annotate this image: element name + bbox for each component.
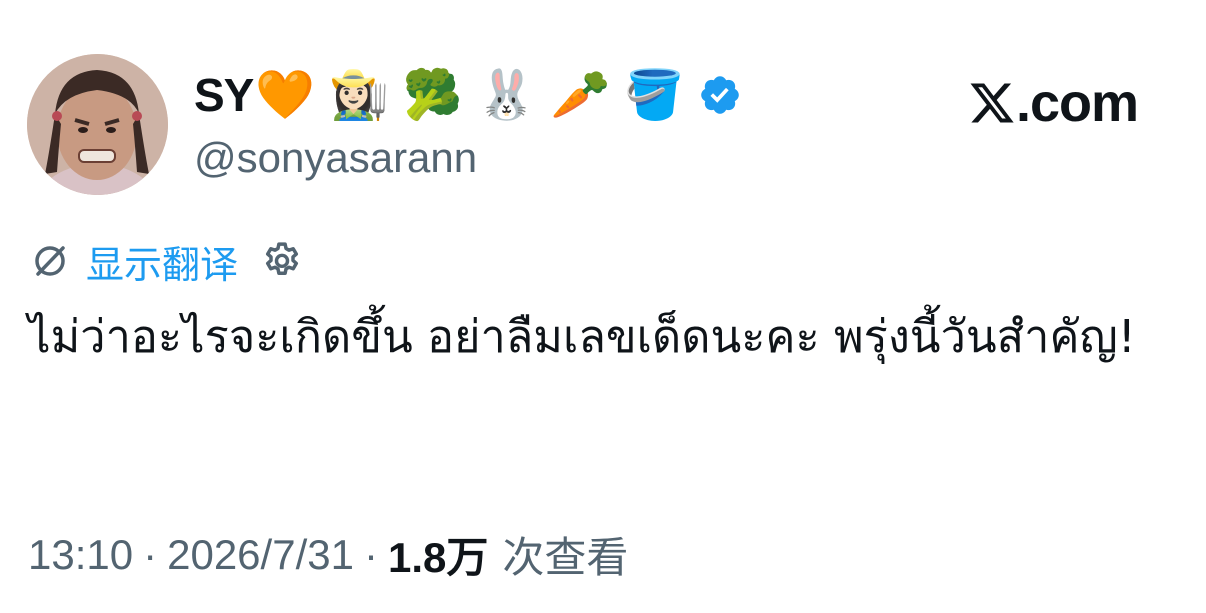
gear-icon[interactable] bbox=[260, 239, 304, 283]
verified-badge-icon bbox=[701, 76, 739, 114]
display-name[interactable]: SY bbox=[194, 68, 254, 122]
bucket-emoji: 🪣 bbox=[624, 67, 684, 123]
tweet-time[interactable]: 13:10 bbox=[28, 531, 133, 579]
meta-separator-2: · bbox=[363, 530, 378, 578]
x-brand: .com bbox=[968, 72, 1139, 134]
author-name-row[interactable]: SY 🧡 👩🏻‍🌾 🥦 🐰 🥕 🪣 bbox=[194, 62, 742, 128]
translate-icon bbox=[35, 246, 65, 276]
x-logo-icon bbox=[970, 83, 1014, 123]
rabbit-emoji: 🐰 bbox=[476, 67, 537, 123]
tweet-text: ไม่ว่าอะไรจะเกิดขึ้น อย่าลืมเลขเด็ดนะคะ … bbox=[28, 310, 1136, 363]
tweet-card: SY 🧡 👩🏻‍🌾 🥦 🐰 🥕 🪣 @sonyasarann .com 显示翻译 bbox=[0, 0, 1206, 613]
avatar[interactable] bbox=[27, 54, 168, 195]
brand-domain: .com bbox=[1016, 73, 1139, 133]
farmer-emoji: 👩🏻‍🌾 bbox=[329, 67, 389, 123]
show-translation-link[interactable]: 显示翻译 bbox=[86, 234, 238, 289]
tweet-meta: 13:10 · 2026/7/31 · 1.8万 次查看 bbox=[28, 524, 628, 585]
broccoli-emoji: 🥦 bbox=[402, 67, 463, 123]
name-emojis: 🧡 👩🏻‍🌾 🥦 🐰 🥕 🪣 bbox=[255, 71, 698, 119]
views-count: 1.8万 bbox=[387, 534, 489, 581]
views-label: 次查看 bbox=[502, 533, 629, 582]
meta-separator: · bbox=[143, 530, 158, 578]
tweet-date[interactable]: 2026/7/31 bbox=[167, 531, 354, 579]
author-handle[interactable]: @sonyasarann bbox=[194, 134, 477, 182]
translate-row: 显示翻译 bbox=[30, 234, 304, 289]
carrot-emoji: 🥕 bbox=[550, 67, 611, 123]
orange-heart-emoji: 🧡 bbox=[255, 67, 316, 123]
